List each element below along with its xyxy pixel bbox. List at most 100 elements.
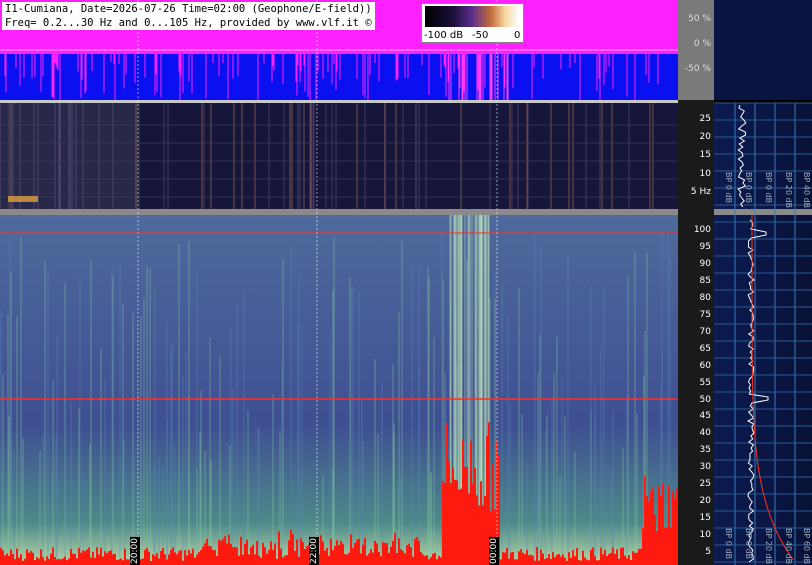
red-noise-column — [514, 559, 516, 565]
red-noise-column — [410, 547, 412, 565]
red-noise-column — [656, 531, 658, 565]
red-noise-column — [650, 491, 652, 565]
red-noise-column — [454, 479, 456, 565]
red-noise-column — [74, 553, 76, 565]
side-label-top: BP 20 dB — [784, 172, 793, 209]
red-noise-column — [96, 547, 98, 565]
red-noise-column — [250, 547, 252, 565]
red-noise-column — [64, 556, 66, 565]
red-noise-column — [122, 560, 124, 565]
red-noise-column — [112, 554, 114, 565]
red-noise-column — [586, 559, 588, 565]
red-noise-column — [636, 552, 638, 565]
red-noise-column — [402, 550, 404, 565]
red-noise-column — [554, 557, 556, 565]
red-noise-column — [502, 552, 504, 565]
red-noise-column — [350, 534, 352, 565]
red-noise-column — [394, 532, 396, 565]
red-noise-column — [256, 541, 258, 565]
red-noise-column — [480, 481, 482, 565]
red-noise-column — [368, 553, 370, 565]
red-noise-column — [674, 497, 676, 565]
red-noise-column — [190, 553, 192, 565]
legend-label-min: -100 dB — [424, 30, 464, 41]
red-noise-column — [140, 559, 142, 565]
red-noise-column — [218, 539, 220, 565]
high-band-tick-label: 20 — [699, 496, 711, 507]
low-band-tick-label: 25 — [699, 114, 711, 124]
red-noise-column — [98, 554, 100, 565]
red-noise-column — [658, 486, 660, 565]
red-noise-column — [536, 547, 538, 565]
red-noise-column — [234, 546, 236, 565]
red-noise-column — [472, 484, 474, 565]
red-noise-column — [630, 560, 632, 565]
red-noise-column — [646, 495, 648, 565]
red-noise-column — [552, 552, 554, 565]
red-noise-column — [484, 495, 486, 565]
red-noise-column — [612, 547, 614, 565]
red-noise-column — [54, 557, 56, 565]
red-noise-column — [58, 558, 60, 565]
low-band-tick-label: 10 — [699, 168, 711, 179]
red-noise-column — [144, 549, 146, 565]
red-noise-column — [590, 550, 592, 565]
red-noise-column — [246, 539, 248, 565]
red-noise-column — [102, 556, 104, 565]
red-noise-column — [292, 534, 294, 565]
red-noise-column — [524, 554, 526, 565]
red-noise-column — [550, 558, 552, 565]
red-noise-column — [624, 555, 626, 565]
red-noise-column — [304, 549, 306, 565]
red-noise-column — [274, 543, 276, 565]
red-noise-column — [110, 550, 112, 565]
red-noise-column — [100, 547, 102, 565]
red-noise-column — [276, 558, 278, 565]
red-noise-column — [104, 551, 106, 565]
red-noise-column — [242, 554, 244, 565]
red-noise-column — [44, 560, 46, 565]
red-noise-column — [406, 545, 408, 565]
high-band-tick-label: 70 — [699, 326, 711, 337]
red-noise-column — [270, 541, 272, 565]
red-noise-column — [648, 501, 650, 565]
high-band-tick-label: 15 — [699, 513, 711, 524]
red-noise-column — [194, 557, 196, 565]
red-noise-column — [660, 496, 662, 565]
high-band-tick-label: 100 — [693, 225, 711, 235]
red-noise-column — [556, 554, 558, 565]
red-noise-column — [438, 555, 440, 565]
red-noise-column — [228, 534, 230, 565]
red-noise-column — [198, 552, 200, 565]
red-noise-column — [22, 560, 24, 565]
high-band-tick-label: 30 — [699, 462, 711, 473]
red-noise-column — [146, 547, 148, 565]
red-noise-column — [400, 549, 402, 565]
red-noise-column — [456, 480, 458, 565]
red-noise-column — [178, 550, 180, 565]
red-noise-column — [52, 547, 54, 565]
red-noise-column — [320, 535, 322, 565]
red-noise-column — [6, 553, 8, 565]
red-noise-column — [204, 543, 206, 565]
red-noise-column — [264, 547, 266, 565]
red-noise-column — [548, 554, 550, 565]
red-noise-column — [512, 552, 514, 565]
red-noise-column — [342, 543, 344, 565]
red-noise-column — [582, 550, 584, 565]
red-noise-column — [290, 529, 292, 565]
red-noise-column — [62, 558, 64, 565]
red-noise-column — [428, 559, 430, 565]
red-noise-column — [618, 558, 620, 565]
red-noise-column — [388, 552, 390, 565]
high-band-tick-label: 80 — [699, 292, 711, 303]
red-noise-column — [268, 549, 270, 565]
red-noise-column — [354, 542, 356, 565]
red-noise-column — [380, 556, 382, 565]
red-noise-column — [634, 552, 636, 565]
red-noise-column — [462, 439, 464, 565]
red-noise-column — [414, 538, 416, 565]
high-band-tick-label: 5 — [705, 547, 711, 558]
red-noise-column — [94, 557, 96, 565]
red-noise-column — [348, 552, 350, 565]
